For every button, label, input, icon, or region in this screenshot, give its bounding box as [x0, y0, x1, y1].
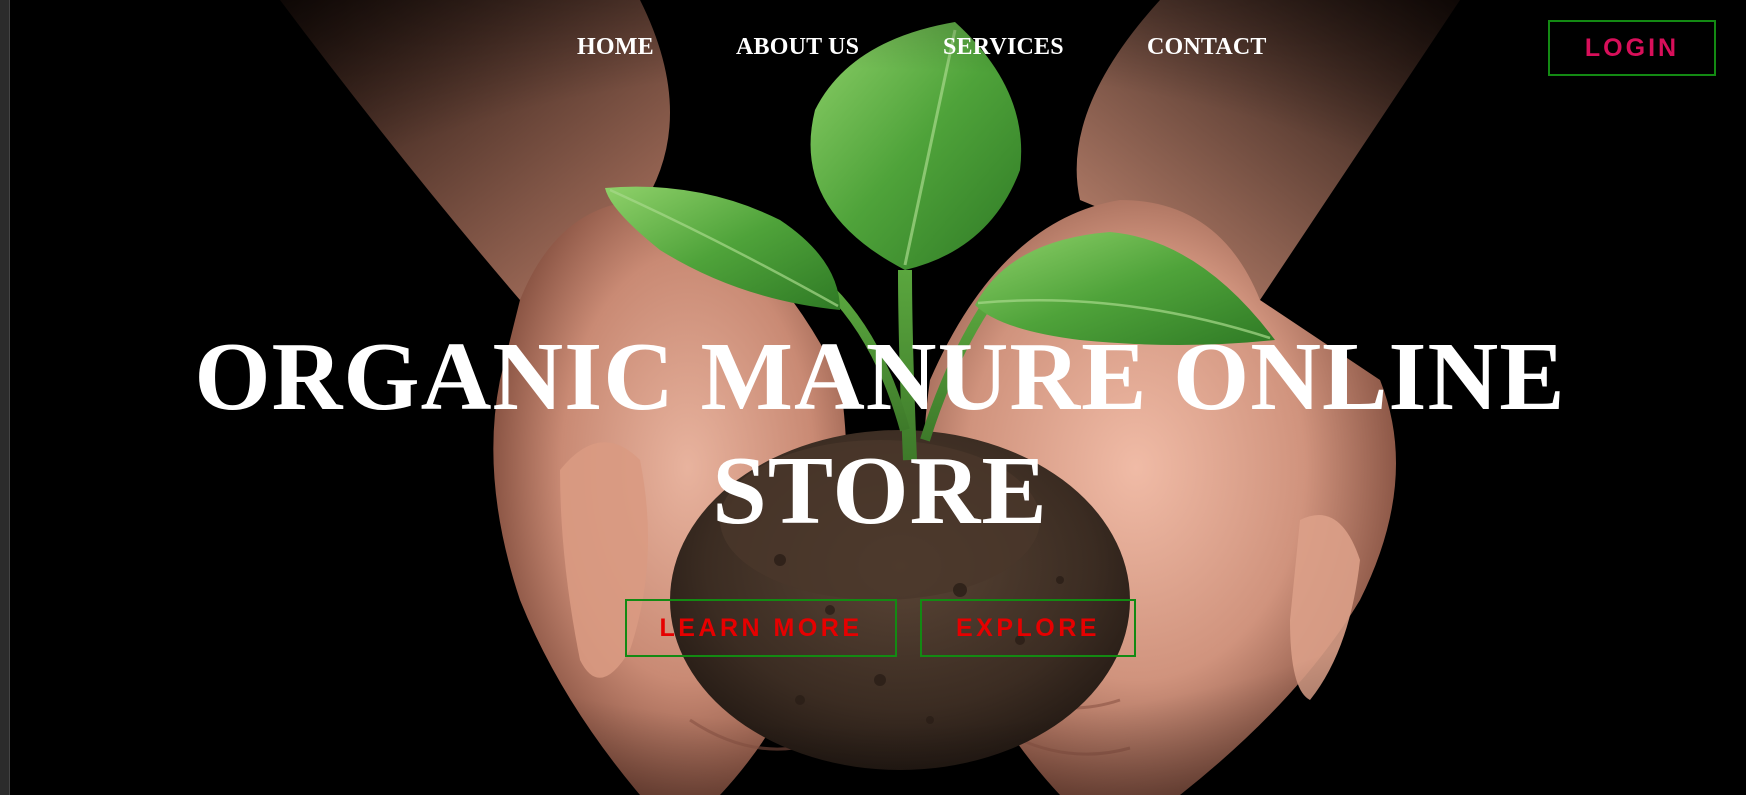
window-edge	[0, 0, 10, 795]
login-button[interactable]: LOGIN	[1548, 20, 1716, 76]
landing-page: HOME ABOUT US SERVICES CONTACT LOGIN ORG…	[0, 0, 1746, 795]
nav-link-home[interactable]: HOME	[577, 34, 654, 61]
hero-title: ORGANIC MANURE ONLINE STORE	[194, 323, 1566, 545]
learn-more-button[interactable]: LEARN MORE	[625, 599, 897, 657]
nav-link-services[interactable]: SERVICES	[943, 34, 1064, 61]
main-navigation: HOME ABOUT US SERVICES CONTACT	[0, 34, 1746, 66]
nav-link-about-us[interactable]: ABOUT US	[736, 34, 859, 61]
explore-button[interactable]: EXPLORE	[920, 599, 1136, 657]
nav-link-contact[interactable]: CONTACT	[1147, 34, 1267, 61]
